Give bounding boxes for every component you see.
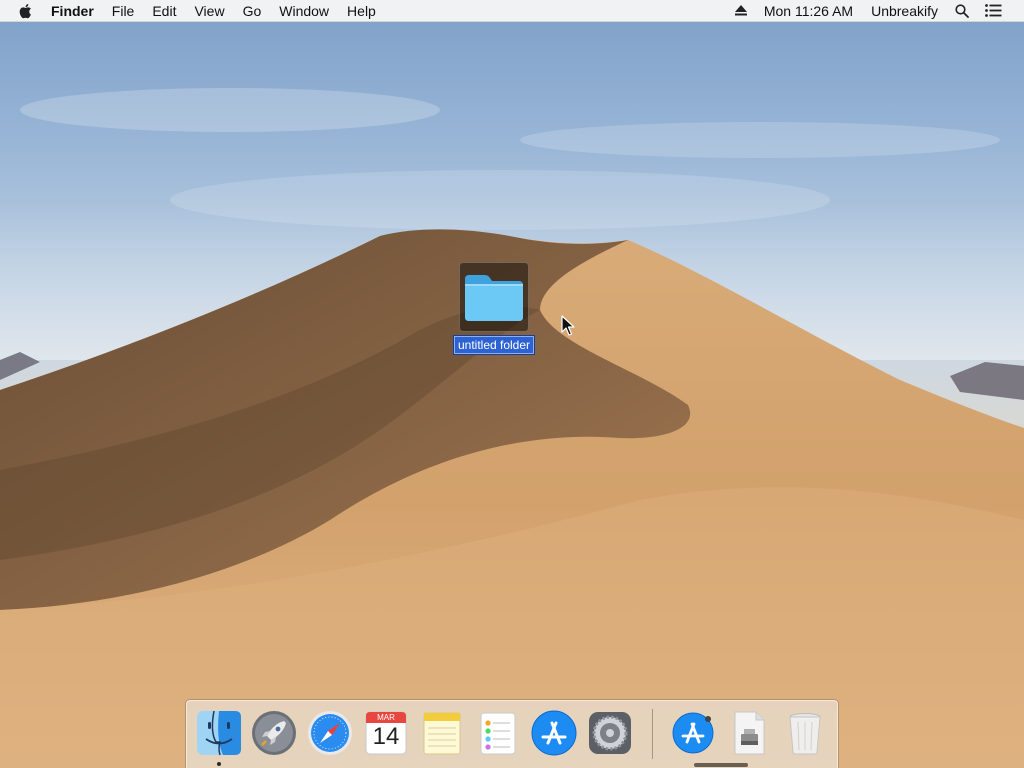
disk-image-icon xyxy=(734,711,765,755)
menu-window[interactable]: Window xyxy=(270,0,338,22)
mouse-pointer-icon xyxy=(561,315,575,336)
system-preferences-gear-icon xyxy=(589,712,631,754)
menu-view[interactable]: View xyxy=(185,0,233,22)
dock-item-launchpad[interactable] xyxy=(250,709,298,757)
app-store-icon xyxy=(531,710,577,756)
dock-item-safari[interactable] xyxy=(306,709,354,757)
notes-icon xyxy=(423,712,461,755)
reminders-icon xyxy=(480,712,516,755)
menu-user[interactable]: Unbreakify xyxy=(862,0,947,22)
menu-bar: Finder File Edit View Go Window Help Mon… xyxy=(0,0,1024,22)
dock-item-disk-image[interactable] xyxy=(725,709,773,757)
running-indicator-finder xyxy=(217,762,221,766)
menu-go[interactable]: Go xyxy=(234,0,271,22)
dock-item-trash[interactable] xyxy=(781,709,829,757)
safari-compass-icon xyxy=(308,711,352,755)
menu-clock[interactable]: Mon 11:26 AM xyxy=(755,0,862,22)
menu-help[interactable]: Help xyxy=(338,0,385,22)
trash-icon xyxy=(789,713,821,755)
desktop-wallpaper[interactable] xyxy=(0,0,1024,768)
dock-item-finder[interactable] xyxy=(195,709,243,757)
dock: MAR 14 xyxy=(186,700,838,768)
dock-resize-handle[interactable] xyxy=(694,763,748,767)
app-store-download-icon xyxy=(672,712,714,754)
eject-menu-extra[interactable] xyxy=(727,0,755,22)
folder-name-field[interactable]: untitled folder xyxy=(452,335,536,355)
spotlight-menu-extra[interactable] xyxy=(947,0,977,22)
menu-edit[interactable]: Edit xyxy=(143,0,185,22)
dock-item-notes[interactable] xyxy=(418,709,466,757)
dock-item-app-store[interactable] xyxy=(530,709,578,757)
dock-item-calendar[interactable]: MAR 14 xyxy=(362,709,410,757)
spotlight-search-icon xyxy=(955,3,969,18)
dock-item-reminders[interactable] xyxy=(474,709,522,757)
notification-center-menu-extra[interactable] xyxy=(977,0,1010,22)
folder-icon xyxy=(465,275,523,321)
calendar-month-label: MAR xyxy=(377,713,395,722)
launchpad-rocket-icon xyxy=(252,711,296,755)
menu-app-finder[interactable]: Finder xyxy=(42,0,103,22)
finder-icon xyxy=(197,710,241,756)
dock-separator xyxy=(652,709,653,759)
notification-center-icon xyxy=(985,4,1002,17)
wallpaper-dune-graphic xyxy=(0,88,1024,768)
calendar-day-label: 14 xyxy=(372,723,400,750)
folder-icon-selection[interactable] xyxy=(459,262,529,332)
desktop-folder[interactable]: untitled folder xyxy=(452,262,536,355)
dock-item-system-preferences[interactable] xyxy=(586,709,634,757)
apple-menu[interactable] xyxy=(0,0,42,22)
eject-icon xyxy=(734,5,747,16)
dock-item-downloads[interactable] xyxy=(669,709,717,757)
apple-logo-icon xyxy=(19,3,31,18)
menu-file[interactable]: File xyxy=(103,0,144,22)
